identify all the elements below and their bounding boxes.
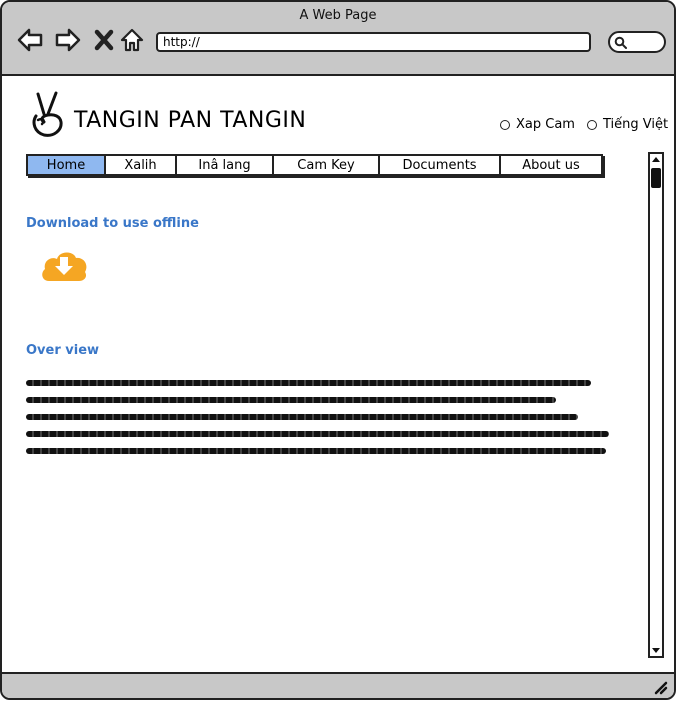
- language-label: Xap Cam: [516, 117, 575, 132]
- url-input[interactable]: http://: [156, 32, 591, 52]
- scroll-down-icon[interactable]: [650, 644, 662, 656]
- tab-about-us[interactable]: About us: [501, 156, 601, 174]
- download-heading[interactable]: Download to use offline: [26, 216, 199, 231]
- tab-ina-lang[interactable]: Inâ lang: [177, 156, 274, 174]
- vertical-scrollbar[interactable]: [648, 152, 664, 658]
- browser-status-bar: [2, 672, 674, 698]
- peace-hand-icon: [32, 91, 63, 137]
- language-option-tieng-viet[interactable]: Tiếng Việt: [587, 117, 668, 132]
- scribble-line: [26, 380, 591, 386]
- scribble-line: [26, 448, 606, 454]
- overview-text-placeholder: [26, 380, 611, 465]
- search-box[interactable]: [608, 31, 666, 53]
- language-label: Tiếng Việt: [603, 117, 669, 132]
- home-icon[interactable]: [118, 26, 146, 54]
- cloud-download-icon[interactable]: [39, 245, 89, 285]
- scroll-up-icon[interactable]: [650, 154, 662, 166]
- close-x-icon[interactable]: [90, 26, 118, 54]
- resize-grip-icon[interactable]: [652, 679, 668, 695]
- browser-toolbar: A Web Page http://: [2, 2, 674, 76]
- tab-home[interactable]: Home: [28, 156, 106, 174]
- search-icon: [614, 36, 627, 49]
- overview-heading: Over view: [26, 343, 100, 358]
- scribble-line: [26, 414, 578, 420]
- back-arrow-icon[interactable]: [16, 26, 44, 54]
- tab-cam-key[interactable]: Cam Key: [274, 156, 380, 174]
- radio-button[interactable]: [500, 119, 510, 130]
- forward-arrow-icon[interactable]: [54, 26, 82, 54]
- scribble-line: [26, 431, 609, 437]
- window-title: A Web Page: [299, 8, 377, 23]
- browser-window: A Web Page http:// TANGIN PAN TANGIN Xap: [0, 0, 676, 700]
- site-title: TANGIN PAN TANGIN: [74, 108, 307, 133]
- main-nav-tabs: Home Xalih Inâ lang Cam Key Documents Ab…: [26, 154, 603, 176]
- scribble-line: [26, 397, 556, 403]
- tab-xalih[interactable]: Xalih: [106, 156, 177, 174]
- language-option-xap-cam[interactable]: Xap Cam: [500, 117, 575, 132]
- radio-button[interactable]: [587, 119, 597, 130]
- scroll-thumb[interactable]: [651, 168, 661, 188]
- tab-documents[interactable]: Documents: [380, 156, 501, 174]
